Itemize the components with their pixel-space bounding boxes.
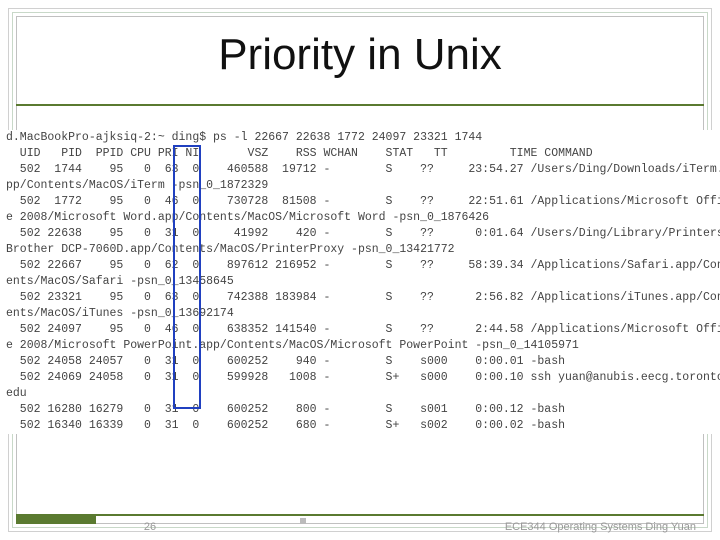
footer-marker <box>300 518 306 524</box>
terminal-line: e 2008/Microsoft PowerPoint.app/Contents… <box>0 338 720 354</box>
footer-text: ECE344 Operating Systems Ding Yuan <box>505 521 696 533</box>
slide-title: Priority in Unix <box>0 30 720 80</box>
terminal-line: 502 1772 95 0 46 0 730728 81508 - S ?? 2… <box>0 194 720 210</box>
terminal-line: 502 24058 24057 0 31 0 600252 940 - S s0… <box>0 354 720 370</box>
terminal-output: d.MacBookPro-ajksiq-2:~ ding$ ps -l 2266… <box>0 130 720 434</box>
terminal-line: 502 24069 24058 0 31 0 599928 1008 - S+ … <box>0 370 720 386</box>
terminal-line: 502 22667 95 0 62 0 897612 216952 - S ??… <box>0 258 720 274</box>
terminal-line: 502 22638 95 0 31 0 41992 420 - S ?? 0:0… <box>0 226 720 242</box>
terminal-line: 502 16280 16279 0 31 0 600252 800 - S s0… <box>0 402 720 418</box>
terminal-line: ents/MacOS/iTunes -psn_0_13692174 <box>0 306 720 322</box>
terminal-line: ents/MacOS/Safari -psn_0_13458645 <box>0 274 720 290</box>
terminal-line: 502 23321 95 0 63 0 742388 183984 - S ??… <box>0 290 720 306</box>
terminal-line: UID PID PPID CPU PRI NI VSZ RSS WCHAN ST… <box>0 146 720 162</box>
terminal-line: 502 16340 16339 0 31 0 600252 680 - S+ s… <box>0 418 720 434</box>
page-number: 26 <box>0 521 300 533</box>
footer-rule <box>16 514 704 516</box>
terminal-line: Brother DCP-7060D.app/Contents/MacOS/Pri… <box>0 242 720 258</box>
terminal-line: pp/Contents/MacOS/iTerm -psn_0_1872329 <box>0 178 720 194</box>
title-rule <box>16 104 704 106</box>
terminal-line: 502 1744 95 0 63 0 460588 19712 - S ?? 2… <box>0 162 720 178</box>
terminal-line: edu <box>0 386 720 402</box>
terminal-line: 502 24097 95 0 46 0 638352 141540 - S ??… <box>0 322 720 338</box>
terminal-line: d.MacBookPro-ajksiq-2:~ ding$ ps -l 2266… <box>0 130 720 146</box>
slide: Priority in Unix d.MacBookPro-ajksiq-2:~… <box>0 0 720 540</box>
terminal-line: e 2008/Microsoft Word.app/Contents/MacOS… <box>0 210 720 226</box>
